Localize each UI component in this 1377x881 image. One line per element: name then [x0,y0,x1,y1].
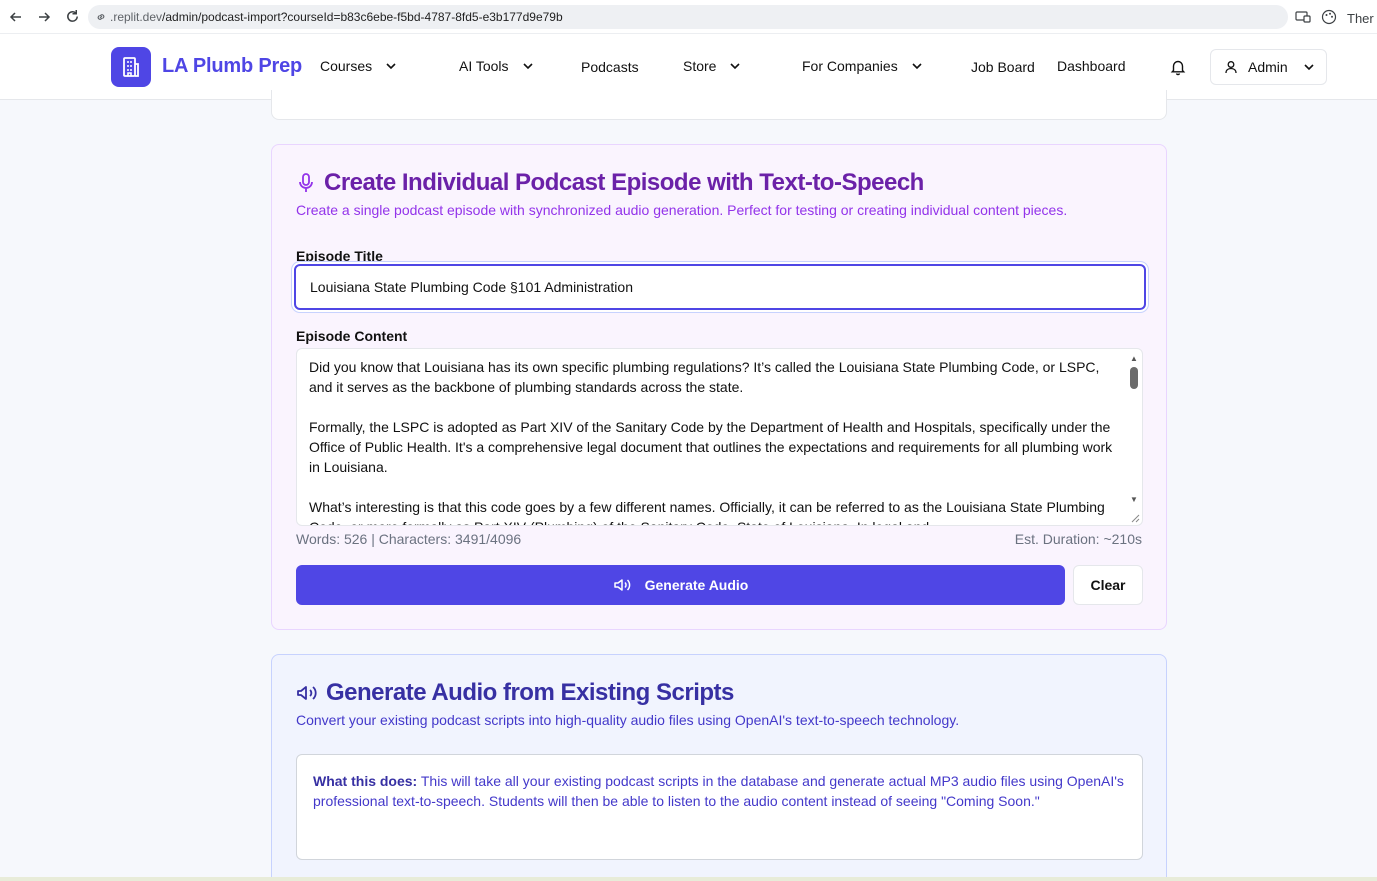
browser-toolbar: .replit.dev/admin/podcast-import?courseI… [0,0,1377,34]
chevron-down-icon [386,63,396,70]
browser-extensions: Ther [1295,9,1374,28]
chevron-down-icon [730,63,741,70]
nav-courses-label: Courses [320,58,373,74]
admin-menu-button[interactable]: Admin [1210,49,1327,85]
nav-dashboard-label: Dashboard [1057,58,1126,74]
create-episode-title-text: Create Individual Podcast Episode with T… [324,169,924,196]
scroll-up-arrow-icon[interactable]: ▲ [1130,354,1138,363]
logo-icon[interactable] [111,47,151,87]
episode-content-label: Episode Content [296,328,408,344]
site-info-icon[interactable] [94,10,108,24]
nav-ai-tools[interactable]: AI Tools [459,58,535,74]
bottom-strip [0,877,1377,881]
nav-courses[interactable]: Courses [320,58,398,74]
chevron-down-icon [912,63,922,70]
info-bold: What this does: [313,773,418,789]
speaker-icon [297,686,317,700]
chevron-down-icon [1304,64,1314,71]
chevron-down-icon [522,63,533,70]
scroll-thumb[interactable] [1130,367,1138,389]
existing-scripts-title: Generate Audio from Existing Scripts [296,679,734,707]
scroll-down-arrow-icon[interactable]: ▼ [1130,495,1138,504]
nav-store-label: Store [683,58,717,74]
nav-for-companies-label: For Companies [802,58,898,74]
nav-for-companies[interactable]: For Companies [802,58,924,74]
create-episode-card: Create Individual Podcast Episode with T… [271,144,1167,630]
episode-content-text[interactable]: Did you know that Louisiana has its own … [309,357,1114,525]
content-stats: Words: 526 | Characters: 3491/4096 [296,531,522,547]
cast-icon[interactable] [1295,10,1311,27]
nav-job-board[interactable]: Job Board [971,59,1035,75]
existing-scripts-title-text: Generate Audio from Existing Scripts [326,679,734,706]
nav-podcasts[interactable]: Podcasts [581,59,639,75]
logo-text[interactable]: LA Plumb Prep [162,55,302,78]
content-scrollbar[interactable]: ▲ ▼ [1126,349,1142,525]
create-episode-title: Create Individual Podcast Episode with T… [296,169,924,197]
theme-label[interactable]: Ther [1347,11,1374,26]
bell-icon[interactable] [1169,58,1187,76]
generate-audio-button[interactable]: Generate Audio [296,565,1065,605]
create-episode-description: Create a single podcast episode with syn… [296,202,1068,218]
info-box: What this does: This will take all your … [296,754,1143,860]
episode-content-textarea[interactable]: Did you know that Louisiana has its own … [296,348,1143,526]
reload-icon[interactable] [58,3,86,31]
speaker-icon [613,579,630,591]
existing-scripts-card: Generate Audio from Existing Scripts Con… [271,654,1167,881]
url-domain: .replit.dev [110,10,163,24]
episode-title-input[interactable] [294,264,1146,310]
address-bar[interactable]: .replit.dev/admin/podcast-import?courseI… [88,5,1288,29]
palette-icon[interactable] [1321,9,1337,28]
previous-card [271,90,1167,120]
back-arrow-icon[interactable] [2,3,30,31]
forward-arrow-icon[interactable] [30,3,58,31]
episode-title-label: Episode Title [296,248,383,264]
generate-audio-label: Generate Audio [644,577,749,593]
user-icon [1225,61,1237,74]
nav-dashboard[interactable]: Dashboard [1057,58,1126,74]
clear-button[interactable]: Clear [1073,565,1143,605]
existing-scripts-description: Convert your existing podcast scripts in… [296,712,960,728]
estimated-duration: Est. Duration: ~210s [1014,531,1142,547]
microphone-icon [299,173,313,192]
nav-store[interactable]: Store [683,58,742,74]
nav-job-board-label: Job Board [971,59,1035,75]
nav-podcasts-label: Podcasts [581,59,639,75]
info-text: This will take all your existing podcast… [313,773,1124,809]
url-path: /admin/podcast-import?courseId=b83c6ebe-… [162,10,563,24]
resize-grip-icon[interactable] [1130,513,1140,523]
admin-label: Admin [1248,59,1288,75]
nav-ai-tools-label: AI Tools [459,58,509,74]
